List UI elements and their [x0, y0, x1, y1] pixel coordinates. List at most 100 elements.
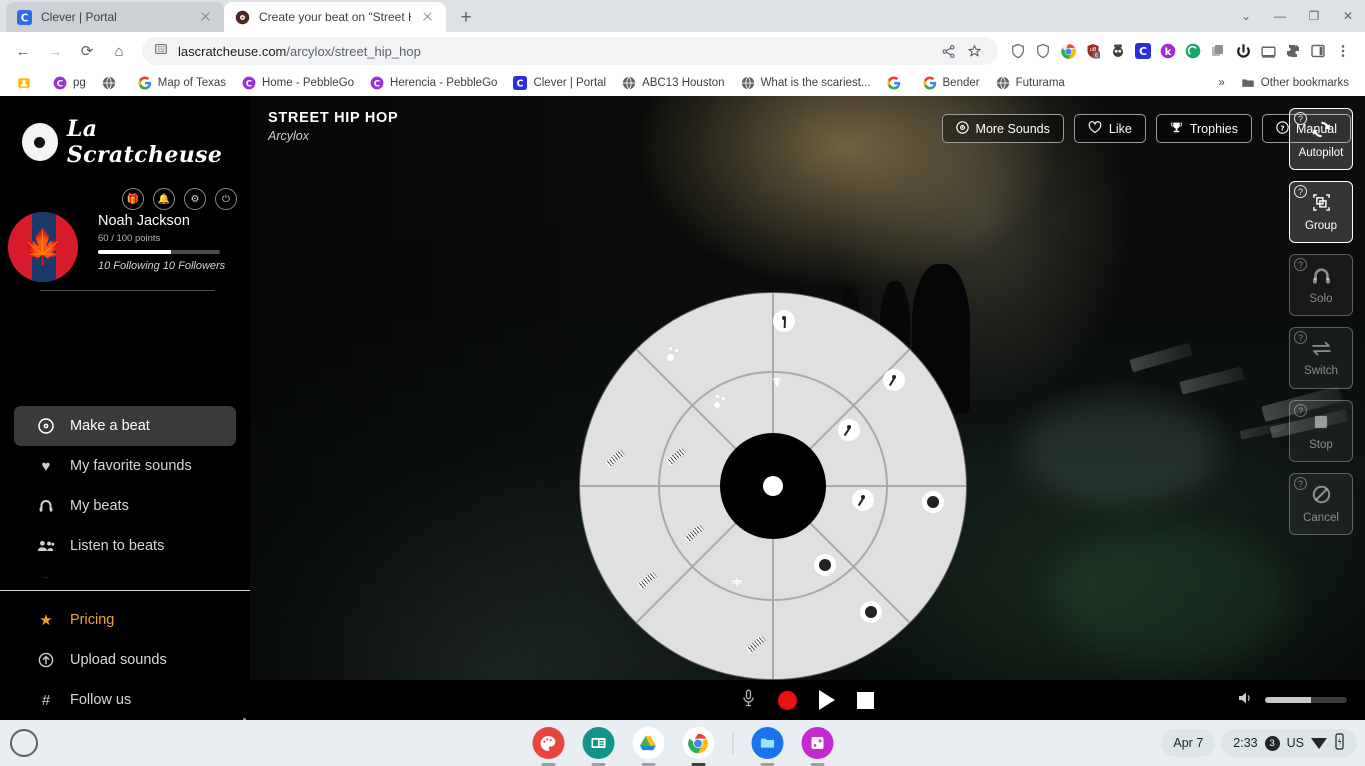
bookmark-star-icon[interactable] [962, 39, 986, 63]
sidebar-item-my-beats[interactable]: My beats [14, 486, 236, 526]
date-pill[interactable]: Apr 7 [1161, 729, 1216, 757]
volume-slider[interactable] [1265, 697, 1347, 703]
shield-icon[interactable] [1031, 39, 1055, 63]
ublock-icon[interactable]: uB 6 [1081, 39, 1105, 63]
minimize-icon[interactable]: — [1263, 0, 1297, 32]
sound-marker[interactable] [922, 491, 944, 513]
system-tray[interactable]: 2:33 3 US [1221, 729, 1357, 757]
stop-button[interactable] [857, 691, 874, 709]
help-icon[interactable]: ? [1294, 112, 1307, 125]
sidebar-item-make-a-beat[interactable]: Make a beat [14, 406, 236, 446]
maximize-icon[interactable]: ❐ [1297, 0, 1331, 32]
turntable[interactable] [580, 293, 966, 679]
bookmark-item[interactable]: Bender [916, 73, 986, 93]
cast-icon[interactable] [1256, 39, 1280, 63]
sidebar-item-my-favorite-sounds[interactable]: ♥ My favorite sounds [14, 446, 236, 486]
note-dots[interactable] [665, 347, 681, 363]
sound-marker[interactable] [838, 419, 860, 441]
bell-icon[interactable]: 🔔 [153, 188, 175, 210]
solo-tool[interactable]: ? Solo [1289, 254, 1353, 316]
gift-icon[interactable]: 🎁 [122, 188, 144, 210]
sound-marker[interactable] [860, 601, 882, 623]
menu-icon[interactable] [1331, 39, 1355, 63]
chevron-down-icon[interactable]: ⌄ [1229, 0, 1263, 32]
gear-icon[interactable]: ⚙ [184, 188, 206, 210]
record-button[interactable] [778, 690, 797, 710]
stop-tool[interactable]: ? Stop [1289, 400, 1353, 462]
close-icon[interactable]: ✕ [1331, 0, 1365, 32]
note-dots[interactable] [712, 395, 728, 411]
sidebar-item-pricing[interactable]: ★ Pricing [14, 600, 236, 640]
new-tab-button[interactable]: + [452, 4, 480, 32]
share-icon[interactable] [936, 39, 960, 63]
speaker-icon[interactable] [1238, 691, 1254, 709]
help-icon[interactable]: ? [1294, 185, 1307, 198]
help-icon[interactable]: ? [1294, 404, 1307, 417]
avatar[interactable]: 🍁 [8, 212, 78, 282]
turntable-hub[interactable] [720, 433, 826, 539]
microphone-icon[interactable] [741, 689, 756, 712]
bookmark-item[interactable]: C Home - PebbleGo [235, 73, 360, 93]
chrome-profile-icon[interactable] [1056, 39, 1080, 63]
sound-marker[interactable] [883, 369, 905, 391]
sidepanel-icon[interactable] [1306, 39, 1330, 63]
bookmark-item[interactable] [880, 73, 913, 93]
puzzle-icon[interactable] [1281, 39, 1305, 63]
browser-tab[interactable]: C Clever | Portal [6, 2, 224, 32]
forward-button[interactable]: → [40, 36, 70, 66]
back-button[interactable]: ← [8, 36, 38, 66]
bookmarks-overflow[interactable]: » [1212, 75, 1230, 91]
grammar-icon[interactable] [1181, 39, 1205, 63]
more-sounds-button[interactable]: More Sounds [941, 114, 1064, 143]
like-button[interactable]: Like [1073, 114, 1146, 143]
bookmark-item[interactable]: Map of Texas [131, 73, 232, 93]
copy-icon[interactable] [1206, 39, 1230, 63]
chromeos-launcher-icon[interactable] [10, 729, 38, 757]
browser-tab[interactable]: Create your beat on "Street Hip H [224, 2, 446, 32]
spy-icon[interactable] [1106, 39, 1130, 63]
sound-marker[interactable] [773, 310, 795, 332]
close-icon[interactable] [198, 9, 214, 25]
sidebar-item-competition[interactable]: 🏆 Competition [14, 566, 236, 578]
sidebar-item-follow-us[interactable]: # Follow us [14, 680, 236, 720]
bookmark-item[interactable] [10, 73, 43, 93]
bookmark-item[interactable]: C Clever | Portal [506, 73, 612, 93]
clever-icon[interactable]: C [1131, 39, 1155, 63]
slides-app-icon[interactable] [582, 727, 614, 766]
sound-marker[interactable] [814, 554, 836, 576]
sidebar-item-upload-sounds[interactable]: Upload sounds [14, 640, 236, 680]
help-icon[interactable]: ? [1294, 477, 1307, 490]
shield-icon[interactable] [1006, 39, 1030, 63]
sound-marker[interactable] [852, 489, 874, 511]
close-icon[interactable] [420, 9, 436, 25]
bookmark-item[interactable]: What is the scariest... [734, 73, 877, 93]
drive-app-icon[interactable] [632, 727, 664, 766]
bookmark-item[interactable]: Cpg [46, 73, 92, 93]
site-info-icon[interactable] [154, 42, 168, 61]
instrument-icon[interactable] [730, 576, 744, 591]
brand-logo[interactable]: La Scratcheuse [0, 96, 250, 168]
address-bar[interactable]: lascratcheuse.com/arcylox/street_hip_hop [142, 37, 998, 65]
trophies-button[interactable]: Trophies [1155, 114, 1252, 143]
play-button[interactable] [819, 690, 835, 710]
volume-control[interactable] [1238, 691, 1347, 709]
canvas-app-icon[interactable] [532, 727, 564, 766]
power-icon[interactable]: ⏻ [215, 188, 237, 210]
bookmark-item[interactable] [95, 73, 128, 93]
instrument-icon[interactable] [770, 375, 784, 392]
help-icon[interactable]: ? [1294, 258, 1307, 271]
reload-button[interactable]: ⟳ [72, 36, 102, 66]
kami-icon[interactable]: k [1156, 39, 1180, 63]
bookmark-item[interactable]: C Herencia - PebbleGo [363, 73, 503, 93]
group-tool[interactable]: ? Group [1289, 181, 1353, 243]
switch-tool[interactable]: ? Switch [1289, 327, 1353, 389]
home-button[interactable]: ⌂ [104, 36, 134, 66]
sidebar-item-listen-to-beats[interactable]: Listen to beats [14, 526, 236, 566]
cancel-tool[interactable]: ? Cancel [1289, 473, 1353, 535]
bookmark-item[interactable]: ABC13 Houston [615, 73, 730, 93]
other-bookmarks-folder[interactable]: Other bookmarks [1234, 73, 1355, 93]
autopilot-tool[interactable]: ? Autopilot [1289, 108, 1353, 170]
power-icon[interactable] [1231, 39, 1255, 63]
bookmark-item[interactable]: Futurama [989, 73, 1071, 93]
files-app-icon[interactable] [751, 727, 783, 766]
